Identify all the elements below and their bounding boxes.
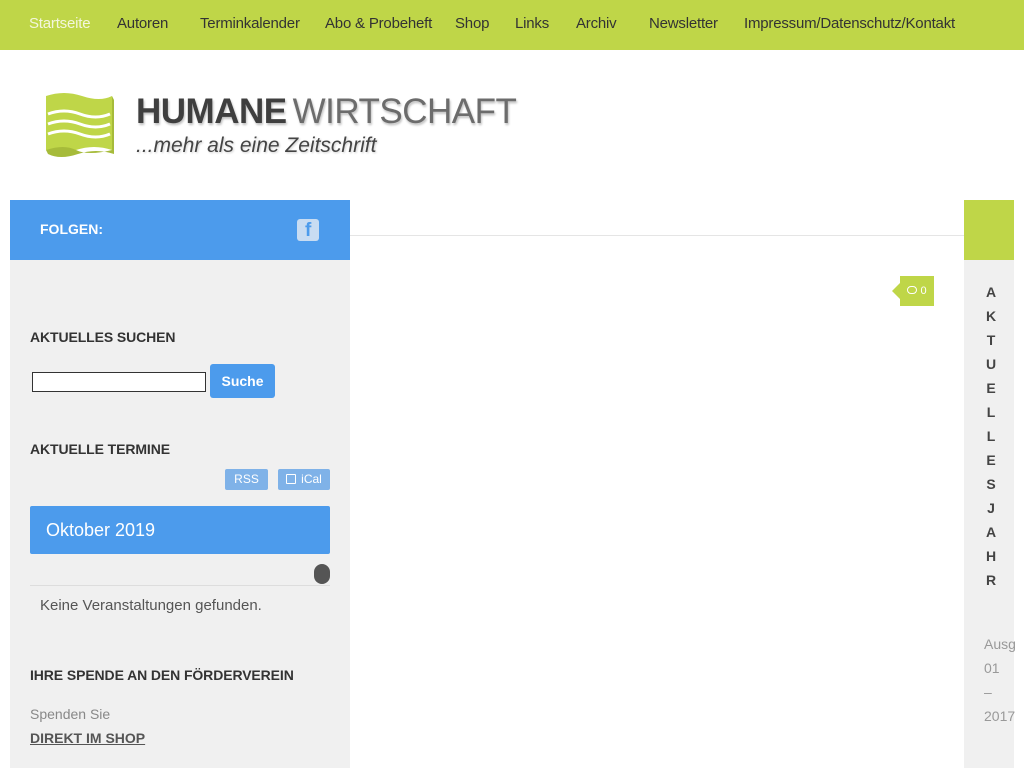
right-sidebar-header	[964, 200, 1014, 260]
logo-title: HUMANE WIRTSCHAFT	[136, 92, 517, 131]
content-divider	[350, 235, 964, 236]
comment-icon	[907, 286, 918, 294]
divider	[30, 585, 330, 586]
comment-count-badge[interactable]: 0	[892, 276, 934, 306]
events-widget-title: AKTUELLE TERMINE	[30, 441, 170, 457]
left-sidebar: FOLGEN: f AKTUELLES SUCHEN Suche AKTUELL…	[10, 200, 350, 768]
donate-widget-title: IHRE SPENDE AN DEN FÖRDERVEREIN	[30, 667, 294, 683]
donate-text: Spenden Sie	[30, 706, 111, 722]
search-button[interactable]: Suche	[210, 364, 275, 398]
rss-button[interactable]: RSS	[225, 469, 268, 490]
nav-item-newsletter[interactable]: Newsletter	[649, 15, 718, 32]
top-navigation: Startseite Autoren Terminkalender Abo & …	[0, 0, 1024, 50]
follow-label: FOLGEN:	[40, 221, 103, 237]
issue-meta: 01	[984, 660, 1000, 676]
search-input[interactable]	[32, 372, 206, 392]
logo-waves-icon	[46, 93, 114, 157]
right-sidebar: A K T U E L L E S J A H R Ausg 01 – 2017	[964, 200, 1016, 768]
nav-item-abo-probeheft[interactable]: Abo & Probeheft	[325, 15, 432, 32]
issue-meta: –	[984, 684, 992, 700]
calendar-icon	[286, 474, 297, 484]
logo-subtitle: ...mehr als eine Zeitschrift	[136, 134, 377, 157]
nav-item-terminkalender[interactable]: Terminkalender	[200, 15, 300, 32]
no-events-text: Keine Veranstaltungen gefunden.	[40, 597, 262, 614]
search-widget-title: AKTUELLES SUCHEN	[30, 329, 176, 345]
issue-meta: 2017	[984, 708, 1016, 724]
donate-shop-link[interactable]: DIREKT IM SHOP	[30, 730, 145, 746]
vertical-widget-title: A K T U E L L E S J A H R	[985, 284, 997, 588]
issue-meta[interactable]: Ausg	[984, 636, 1016, 652]
nav-item-impressum[interactable]: Impressum/Datenschutz/Kontakt	[744, 15, 955, 32]
nav-item-archiv[interactable]: Archiv	[576, 15, 617, 32]
ical-button[interactable]: iCal	[278, 469, 330, 490]
nav-item-shop[interactable]: Shop	[455, 15, 489, 32]
scroll-handle[interactable]	[314, 564, 330, 584]
follow-bar: FOLGEN: f	[10, 200, 350, 260]
nav-item-links[interactable]: Links	[515, 15, 549, 32]
nav-item-startseite[interactable]: Startseite	[29, 15, 91, 32]
nav-item-autoren[interactable]: Autoren	[117, 15, 168, 32]
facebook-icon[interactable]: f	[297, 219, 319, 241]
calendar-month-header: Oktober 2019	[30, 506, 330, 554]
